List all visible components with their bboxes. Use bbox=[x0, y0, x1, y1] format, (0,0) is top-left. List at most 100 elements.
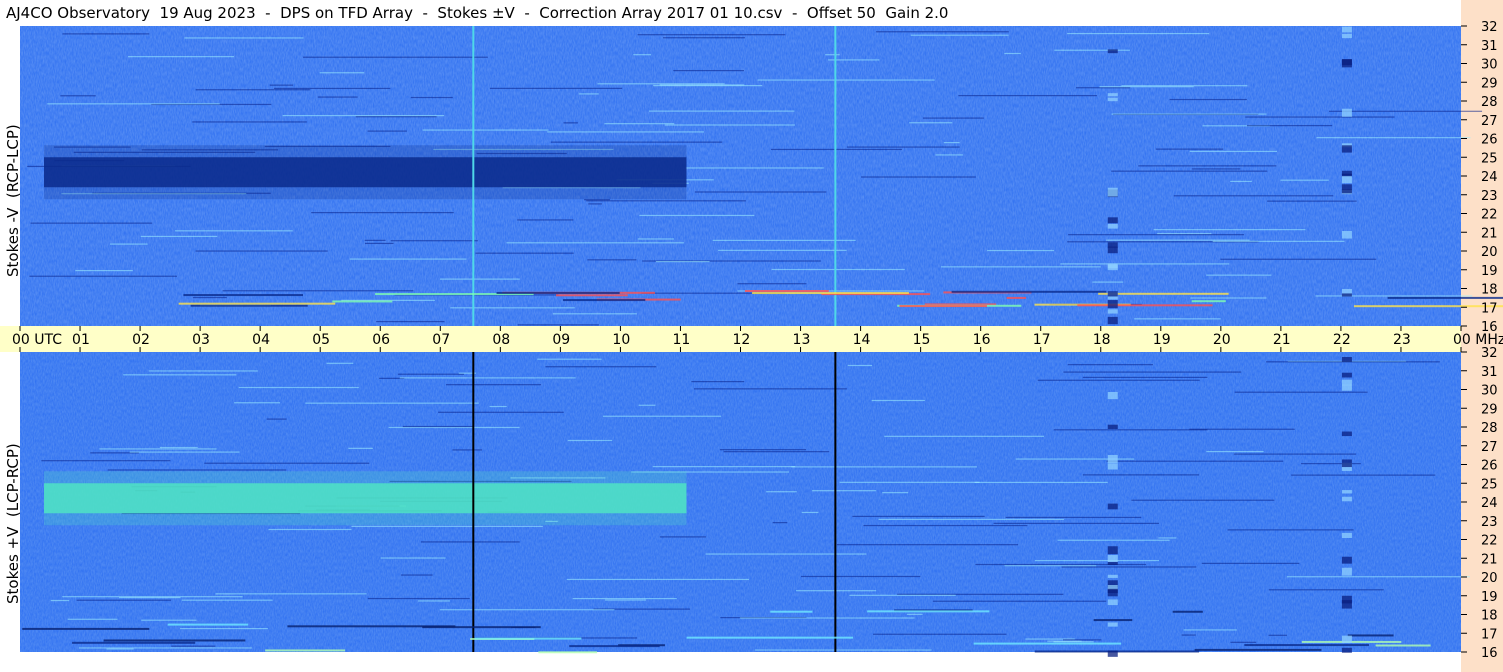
spectrogram-streak bbox=[75, 269, 133, 272]
spectrogram-streak bbox=[884, 435, 1044, 437]
spectrogram-streak bbox=[552, 313, 637, 315]
spectrogram-streak bbox=[1201, 562, 1300, 564]
spectrogram-streak bbox=[1068, 234, 1245, 236]
freq-tick-label: 28 bbox=[1481, 421, 1498, 436]
freq-tick-label: 19 bbox=[1481, 590, 1498, 605]
spectrogram-panel-stokes-minus-v bbox=[20, 26, 1503, 326]
spectrogram-streak bbox=[1037, 379, 1200, 381]
spectrogram-streak bbox=[876, 31, 1009, 33]
spectrogram-streak bbox=[694, 191, 827, 193]
vertical-interference-mark bbox=[1107, 391, 1118, 400]
spectrogram-streak bbox=[873, 633, 1007, 635]
spectrogram-streak bbox=[586, 200, 746, 202]
spectrogram-streak bbox=[123, 374, 237, 376]
spectrogram-streak bbox=[140, 235, 218, 238]
interference-streak bbox=[951, 290, 1107, 293]
spectrogram-streak bbox=[402, 425, 473, 428]
spectrogram-streak bbox=[273, 87, 391, 90]
time-tick-label: 02 bbox=[132, 332, 150, 348]
vertical-interference-mark bbox=[1107, 246, 1118, 254]
time-tick-label: 12 bbox=[733, 332, 751, 348]
interference-streak bbox=[72, 641, 196, 644]
spectrogram-streak bbox=[993, 522, 1159, 524]
spectrogram-streak bbox=[836, 544, 1019, 546]
spectrogram-streak bbox=[882, 492, 909, 494]
freq-tick-label: 31 bbox=[1481, 365, 1498, 380]
spectrogram-streak bbox=[380, 557, 446, 559]
spectrogram-streak bbox=[935, 154, 963, 156]
spectrogram-streak bbox=[41, 460, 171, 462]
time-tick-label: 09 bbox=[552, 332, 570, 348]
vertical-interference-mark bbox=[1341, 170, 1352, 176]
spectrogram-streak bbox=[719, 449, 807, 451]
spectrogram-streak bbox=[772, 522, 788, 524]
vertical-interference-mark bbox=[1107, 503, 1118, 510]
spectrogram-streak bbox=[932, 600, 1107, 602]
spectrogram-streak bbox=[1111, 170, 1268, 172]
spectrogram-streak bbox=[1183, 629, 1237, 631]
spectrogram-streak bbox=[537, 358, 602, 360]
time-tick-label: 11 bbox=[672, 332, 690, 348]
spectrogram-streak bbox=[141, 619, 197, 621]
spectrogram-streak bbox=[475, 252, 574, 254]
interference-streak bbox=[1347, 634, 1394, 637]
spectrogram-streak bbox=[311, 212, 454, 214]
spectrogram-streak bbox=[770, 148, 902, 151]
interference-streak bbox=[744, 289, 829, 292]
spectrogram-streak bbox=[691, 381, 745, 383]
vertical-interference-mark bbox=[1107, 463, 1118, 470]
freq-tick-label: 20 bbox=[1481, 571, 1498, 586]
spectrogram-streak bbox=[367, 597, 470, 600]
spectrogram-streak bbox=[766, 491, 797, 493]
spectrogram-streak bbox=[878, 518, 1064, 521]
spectrogram-streak bbox=[303, 56, 488, 58]
spectrogram-streak bbox=[269, 84, 294, 86]
spectrogram-streak bbox=[1060, 263, 1230, 265]
vertical-interference-mark bbox=[1341, 59, 1352, 66]
spectrogram-streak bbox=[319, 72, 365, 74]
vertical-interference-mark bbox=[1107, 223, 1118, 229]
spectrogram-streak bbox=[861, 176, 976, 178]
time-tick-label: 10 bbox=[612, 332, 630, 348]
spectrogram-streak bbox=[637, 238, 674, 240]
spectrogram-streak bbox=[825, 54, 840, 56]
spectrogram-streak bbox=[685, 167, 824, 169]
spectrogram-streak bbox=[192, 296, 227, 299]
spectrogram-streak bbox=[439, 278, 520, 280]
time-tick-label: 14 bbox=[853, 332, 871, 348]
spectrogram-streak bbox=[1158, 537, 1177, 539]
freq-tick-label: 18 bbox=[1481, 283, 1498, 298]
time-tick-label: 06 bbox=[372, 332, 390, 348]
interference-streak bbox=[190, 304, 308, 307]
spectrogram-streak bbox=[452, 449, 483, 451]
spectrogram-streak bbox=[62, 33, 150, 35]
spectrogram-streak bbox=[195, 250, 328, 252]
vertical-interference-mark bbox=[1107, 561, 1118, 565]
spectrogram-streak bbox=[1111, 113, 1267, 115]
vertical-interference-mark bbox=[1341, 372, 1352, 378]
spectrogram-streak bbox=[1134, 318, 1221, 320]
spectrogram-streak bbox=[739, 617, 915, 619]
spectrogram-streak bbox=[1061, 566, 1197, 568]
spectrogram-streak bbox=[1082, 474, 1200, 476]
spectrogram-figure: 16 17 18 19 20 21 22 23 24 25 26 27 28 29 30 31 32 16 17 18… bbox=[0, 0, 1503, 672]
spectrogram-streak bbox=[1190, 297, 1267, 299]
freq-tick-label: 20 bbox=[1481, 245, 1498, 260]
spectrogram-streak bbox=[1063, 371, 1242, 373]
spectrogram-streak bbox=[602, 415, 722, 417]
spectrogram-streak bbox=[76, 599, 172, 601]
vertical-interference-mark bbox=[1107, 316, 1118, 325]
vertical-interference-mark bbox=[1341, 490, 1352, 494]
vertical-interference-mark bbox=[1107, 650, 1118, 657]
spectrogram-streak bbox=[30, 222, 153, 224]
time-tick-label: 20 bbox=[1213, 332, 1231, 348]
vertical-interference-mark bbox=[1341, 384, 1352, 391]
spectrogram-streak bbox=[941, 266, 1101, 268]
vertical-interference-mark bbox=[1341, 293, 1352, 297]
vertical-interference-mark bbox=[1107, 187, 1118, 197]
time-tick-label: 13 bbox=[793, 332, 811, 348]
spectrogram-streak bbox=[801, 511, 819, 514]
band-halo bbox=[44, 145, 687, 200]
spectrogram-streak bbox=[1076, 87, 1131, 89]
spectrogram-streak bbox=[705, 553, 867, 555]
